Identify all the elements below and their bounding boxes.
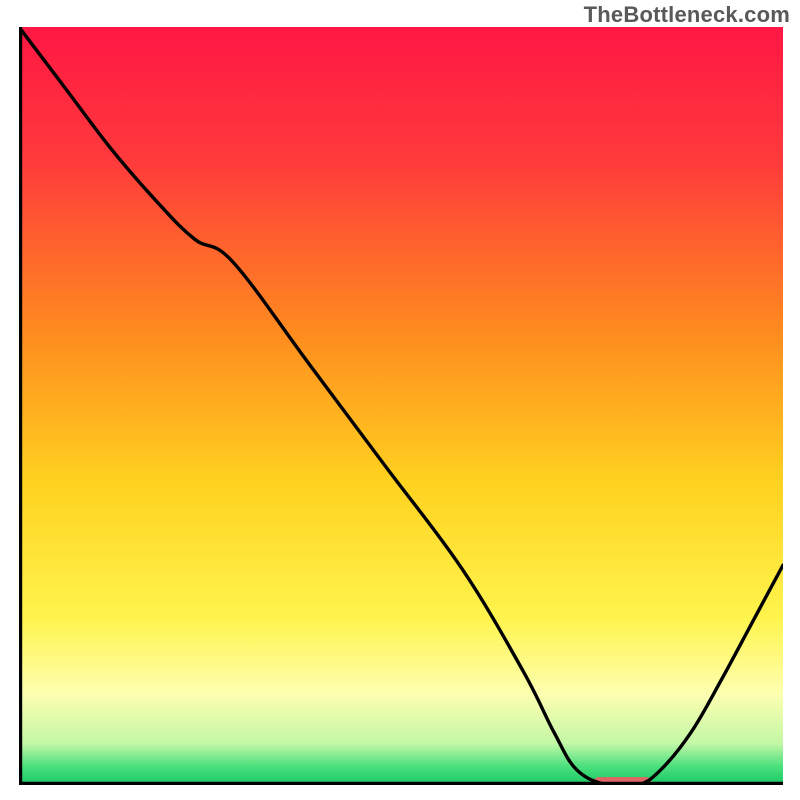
chart-svg xyxy=(19,27,783,785)
chart-container: TheBottleneck.com xyxy=(0,0,800,800)
plot-area xyxy=(19,27,783,785)
attribution-label: TheBottleneck.com xyxy=(584,2,790,28)
gradient-background xyxy=(19,27,783,785)
